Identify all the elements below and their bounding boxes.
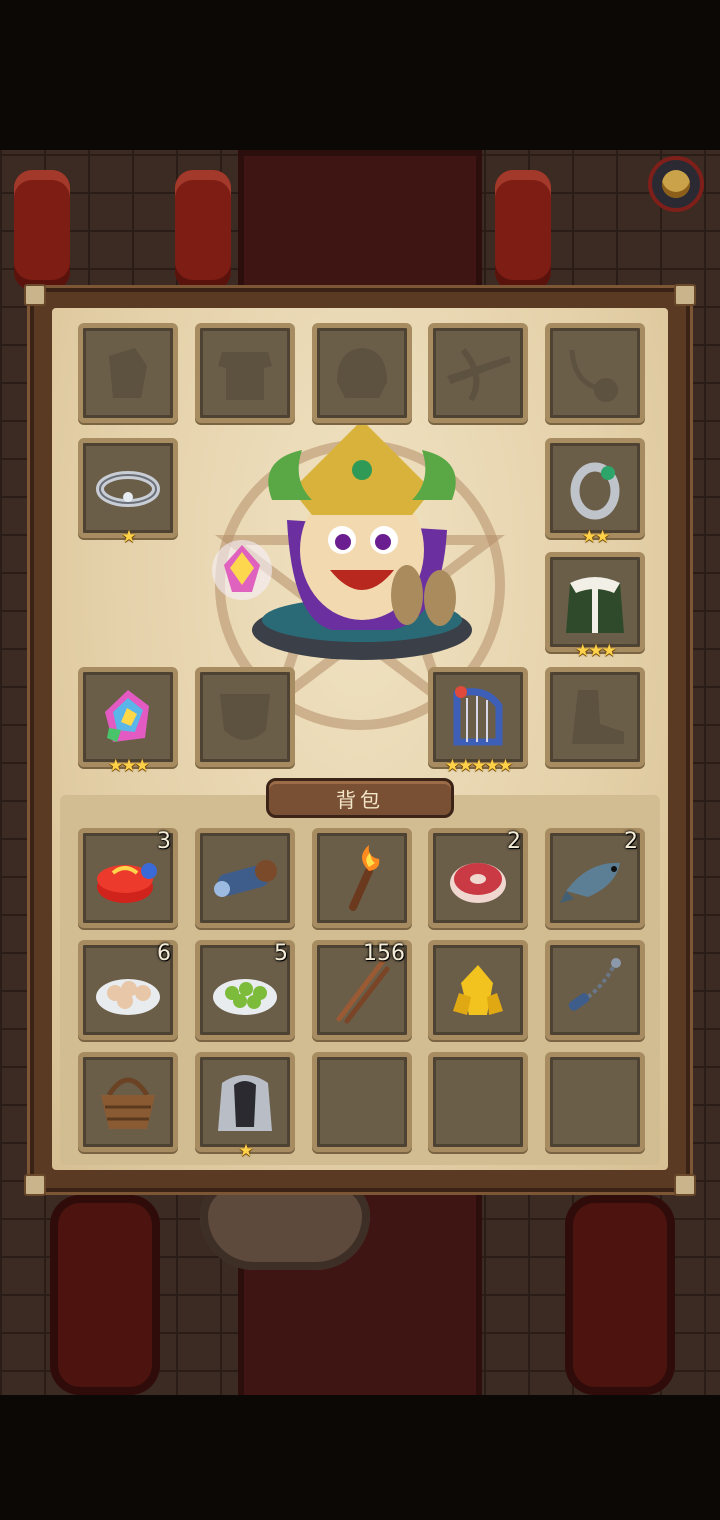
player-avatar[interactable]	[648, 156, 704, 212]
rainbow-crystal-icon	[105, 690, 149, 742]
slot-stars: ★	[238, 1141, 253, 1161]
crossbow-slot[interactable]	[428, 323, 528, 423]
bottom-shadow	[0, 1395, 720, 1520]
harp-slot[interactable]: ★★★★★	[428, 667, 528, 776]
item-count: 156	[363, 941, 405, 966]
silver-ring-icon	[96, 471, 160, 507]
chain-flail-icon	[568, 958, 621, 1011]
gloves-slot[interactable]	[78, 323, 178, 423]
bag-item-green-beans[interactable]: 5	[195, 940, 295, 1040]
slot-stars: ★	[121, 527, 136, 547]
cloak-armor-icon	[218, 1075, 272, 1131]
armor-slot[interactable]	[195, 323, 295, 423]
meat-icon	[450, 863, 506, 903]
lantern-center-right	[495, 170, 551, 290]
bag-item-gift-box[interactable]: 3	[78, 828, 178, 928]
item-count: 6	[157, 941, 171, 966]
helmet-slot[interactable]	[312, 323, 412, 423]
panel-corner-bl	[24, 1174, 46, 1196]
dumplings-icon	[96, 979, 160, 1015]
necklace-icon	[569, 349, 618, 402]
item-count: 2	[507, 829, 521, 854]
gem-slot[interactable]: ★★★	[78, 667, 178, 776]
torch-icon	[349, 845, 380, 911]
bag-item-fish[interactable]: 2	[545, 828, 645, 928]
emerald-ring-icon	[570, 462, 620, 520]
panel-corner-br	[674, 1174, 696, 1196]
bag-item-empty[interactable]	[312, 1052, 412, 1152]
panel-corner-tl	[24, 284, 46, 306]
green-beans-icon	[213, 979, 277, 1015]
bag-title: 背包	[266, 778, 454, 818]
bag-item-empty[interactable]	[545, 1052, 645, 1152]
item-count: 3	[157, 829, 171, 854]
boots-icon	[572, 690, 624, 744]
item-count: 5	[274, 941, 288, 966]
hero-character	[212, 420, 472, 660]
fish-icon	[560, 862, 620, 903]
avatar-face-icon	[662, 170, 690, 198]
bag-item-chain-flail[interactable]	[545, 940, 645, 1040]
bag-item-meat[interactable]: 2	[428, 828, 528, 928]
bag-item-torch[interactable]	[312, 828, 412, 928]
mask-slot[interactable]	[195, 667, 295, 767]
armor-icon	[218, 352, 272, 400]
bag-item-dumplings[interactable]: 6	[78, 940, 178, 1040]
cannon-icon	[214, 860, 277, 897]
harp-icon	[453, 686, 503, 746]
pillar-bottom-right	[565, 1195, 675, 1395]
mask-icon	[220, 694, 270, 740]
bag-item-basket[interactable]	[78, 1052, 178, 1152]
cloak-slot[interactable]: ★★★	[545, 552, 645, 661]
lion-statue	[200, 1180, 370, 1270]
bag-item-empty[interactable]	[428, 1052, 528, 1152]
gloves-icon	[109, 348, 147, 398]
boots-slot[interactable]	[545, 667, 645, 767]
panel-corner-tr	[674, 284, 696, 306]
item-count: 2	[624, 829, 638, 854]
ring-left-slot[interactable]: ★	[78, 438, 178, 547]
basket-icon	[101, 1077, 155, 1129]
crossbow-icon	[447, 348, 511, 402]
slot-stars: ★★★	[108, 756, 150, 776]
gold-crystal-icon	[453, 965, 503, 1015]
bag-item-gold-crystal[interactable]	[428, 940, 528, 1040]
bag-item-sticks[interactable]: 156	[312, 940, 412, 1040]
pillar-bottom-left	[50, 1195, 160, 1395]
lantern-center-left	[175, 170, 231, 290]
slot-stars: ★★★★★	[444, 756, 513, 776]
fur-cloak-icon	[566, 577, 624, 633]
bag-item-cloak-armor[interactable]: ★	[195, 1052, 295, 1161]
slot-stars: ★★★	[575, 641, 617, 661]
lantern-left	[14, 170, 70, 290]
necklace-slot[interactable]	[545, 323, 645, 423]
bag-item-cannon[interactable]	[195, 828, 295, 928]
gift-box-icon	[97, 863, 157, 903]
rainbow-crystal-orb	[212, 540, 272, 600]
ring-right-slot[interactable]: ★★	[545, 438, 645, 547]
slot-stars: ★★	[581, 527, 610, 547]
helmet-icon	[337, 348, 387, 398]
top-shadow	[0, 0, 720, 150]
